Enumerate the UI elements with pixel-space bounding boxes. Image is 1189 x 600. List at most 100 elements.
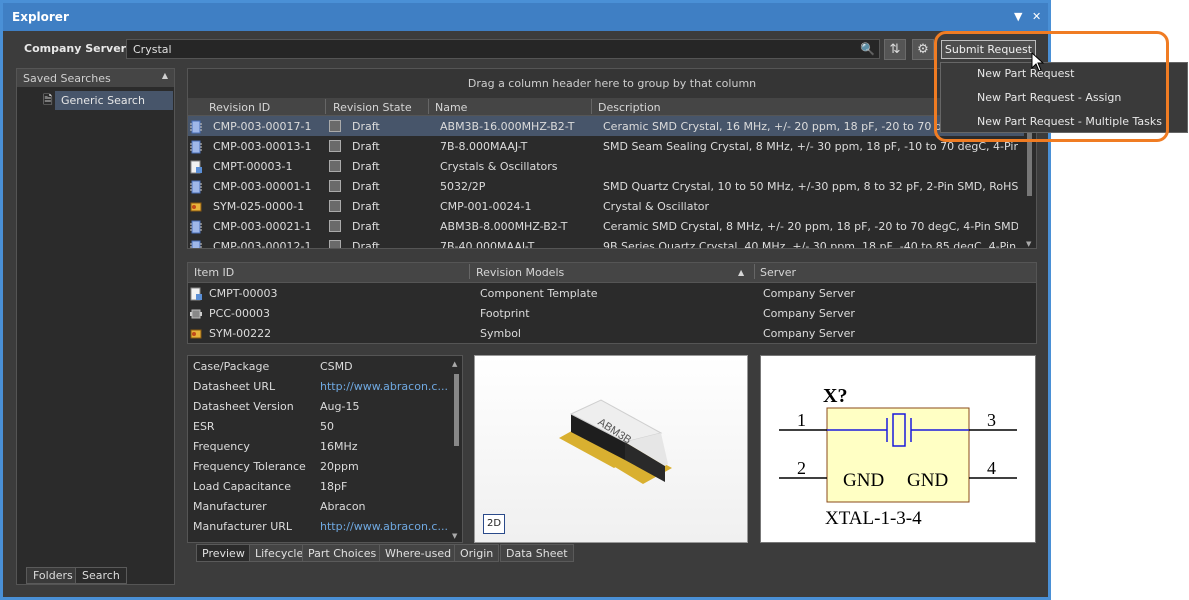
explorer-content: Company Server▼ 🔍 ⇅ ⚙ Submit Request Sav…	[3, 31, 1048, 597]
document-icon: 🗎	[43, 93, 53, 107]
cell-revision-id: CMP-003-00021-1	[213, 220, 312, 233]
window-title: Explorer	[12, 10, 69, 24]
column-separator[interactable]	[754, 264, 755, 279]
column-revision-models[interactable]: Revision Models	[476, 266, 564, 279]
cell-description: 9B Series Quartz Crystal, 40 MHz, +/- 30…	[603, 240, 1018, 249]
table-row[interactable]: CMP-003-00013-1 Draft 7B-8.000MAAJ-T SMD Se…	[188, 136, 1036, 156]
results-scrollbar[interactable]: ▲ ▼	[1024, 116, 1036, 248]
parameters-panel: Case/Package CSMD Datasheet URL http://www.…	[187, 355, 463, 543]
saved-search-generic[interactable]: Generic Search	[55, 91, 173, 110]
saved-searches-header[interactable]: Saved Searches ▲	[17, 69, 174, 87]
server-label: Company Server	[24, 42, 127, 55]
sort-asc-icon[interactable]: ▲	[738, 268, 744, 277]
search-box[interactable]: 🔍	[126, 39, 880, 59]
collapse-icon[interactable]: ▲	[162, 71, 168, 80]
parameter-name: ESR	[193, 420, 215, 433]
toggle-2d-button[interactable]: 2D	[483, 514, 505, 534]
menu-item-new-part-request[interactable]: New Part Request	[941, 63, 1187, 87]
saved-searches-title: Saved Searches	[23, 72, 111, 85]
cell-item-id: SYM-00222	[209, 327, 272, 340]
column-name[interactable]: Name	[435, 101, 467, 114]
scroll-thumb[interactable]	[454, 374, 459, 446]
parameter-name: Frequency	[193, 440, 250, 453]
pin-menu-icon[interactable]: ▼	[1014, 10, 1022, 23]
server-selector[interactable]: Company Server▼	[24, 42, 135, 55]
parameter-row: Datasheet URL http://www.abracon.c...	[188, 376, 462, 396]
column-separator[interactable]	[325, 99, 326, 114]
menu-item-new-part-request-assign[interactable]: New Part Request - Assign	[941, 87, 1187, 111]
parameter-value[interactable]: http://www.abracon.c...	[320, 380, 448, 393]
scroll-down-icon[interactable]: ▼	[1026, 240, 1031, 248]
parameter-row: Load Capacitance 18pF	[188, 476, 462, 496]
cell-description: SMD Seam Sealing Crystal, 8 MHz, +/- 30 …	[603, 140, 1018, 153]
submit-request-button[interactable]: Submit Request	[941, 40, 1036, 59]
search-icon[interactable]: 🔍	[860, 42, 875, 56]
cell-revision-id: CMP-003-00017-1	[213, 120, 312, 133]
column-item-id[interactable]: Item ID	[194, 266, 234, 279]
table-row[interactable]: CMPT-00003 Component Template Company Serv…	[188, 283, 1036, 303]
cell-revision-state: Draft	[352, 120, 380, 133]
parameter-row: Frequency 16MHz	[188, 436, 462, 456]
cell-name: ABM3B-8.000MHZ-B2-T	[440, 220, 568, 233]
cell-revision-model: Symbol	[480, 327, 521, 340]
chip-3d-render: ABM3B	[559, 399, 672, 484]
scroll-down-icon[interactable]: ▼	[452, 532, 457, 540]
state-color-swatch	[329, 220, 341, 232]
state-color-swatch	[329, 160, 341, 172]
column-separator[interactable]	[469, 264, 470, 279]
tab-search[interactable]: Search	[75, 567, 127, 584]
table-row[interactable]: PCC-00003 Footprint Company Server	[188, 303, 1036, 323]
tab-folders[interactable]: Folders	[26, 567, 80, 584]
table-row[interactable]: SYM-025-0000-1 Draft CMP-001-0024-1 Crystal…	[188, 196, 1036, 216]
cell-description: Crystal & Oscillator	[603, 200, 710, 213]
tab-preview[interactable]: Preview	[196, 544, 251, 562]
cell-item-id: PCC-00003	[209, 307, 270, 320]
tab-lifecycle[interactable]: Lifecycle	[249, 544, 310, 562]
cell-revision-state: Draft	[352, 200, 380, 213]
pin-2-label: 2	[797, 458, 806, 478]
column-description[interactable]: Description	[598, 101, 661, 114]
column-server[interactable]: Server	[760, 266, 796, 279]
table-row[interactable]: CMP-003-00017-1 Draft ABM3B-16.000MHZ-B2-T…	[188, 116, 1036, 136]
column-separator[interactable]	[428, 99, 429, 114]
close-icon[interactable]: ✕	[1032, 10, 1041, 23]
table-row[interactable]: CMP-003-00001-1 Draft 5032/2P SMD Quartz Cr…	[188, 176, 1036, 196]
results-grid: Drag a column header here to group by th…	[187, 68, 1037, 249]
pin-3-label: 3	[987, 410, 996, 430]
tab-part-choices[interactable]: Part Choices	[302, 544, 383, 562]
table-row[interactable]: CMP-003-00012-1 Draft 7B-40.000MAAJ-T 9B Se…	[188, 236, 1036, 249]
tab-data-sheet[interactable]: Data Sheet	[500, 544, 574, 562]
cell-revision-id: SYM-025-0000-1	[213, 200, 305, 213]
parameter-value[interactable]: http://www.abracon.c...	[320, 520, 448, 533]
parameter-name: Datasheet URL	[193, 380, 276, 393]
menu-item-new-part-request-multiple-tasks[interactable]: New Part Request - Multiple Tasks	[941, 111, 1187, 135]
table-row[interactable]: CMP-003-00021-1 Draft ABM3B-8.000MHZ-B2-T C…	[188, 216, 1036, 236]
cell-revision-model: Component Template	[480, 287, 598, 300]
settings-button[interactable]: ⚙	[912, 39, 934, 60]
table-row[interactable]: CMPT-00003-1 Draft Crystals & Oscillators	[188, 156, 1036, 176]
column-revision-state[interactable]: Revision State	[333, 101, 412, 114]
component-icon	[190, 180, 202, 194]
symbol-icon	[190, 200, 202, 214]
column-separator[interactable]	[591, 99, 592, 114]
parameter-name: Manufacturer URL	[193, 520, 293, 533]
tab-where-used[interactable]: Where-used	[379, 544, 458, 562]
state-color-swatch	[329, 200, 341, 212]
model-3d-preview[interactable]: ABM3B 2D	[474, 355, 748, 543]
cell-server: Company Server	[763, 307, 855, 320]
tab-origin[interactable]: Origin	[454, 544, 500, 562]
cell-revision-state: Draft	[352, 160, 380, 173]
search-input[interactable]	[133, 41, 853, 57]
table-row[interactable]: SYM-00222 Symbol Company Server	[188, 323, 1036, 343]
parameter-row: Max Operating Temp 70C	[188, 536, 462, 542]
parameter-value: CSMD	[320, 360, 353, 373]
group-by-hint[interactable]: Drag a column header here to group by th…	[188, 69, 1036, 98]
schematic-preview[interactable]: X? 1 3 2 4 GND GND XTAL-1-3-4	[760, 355, 1036, 543]
cell-name: 7B-40.000MAAJ-T	[440, 240, 535, 249]
models-grid: Item ID Revision Models ▲ Server CMPT-00…	[187, 262, 1037, 344]
refresh-button[interactable]: ⇅	[884, 39, 906, 60]
scroll-up-icon[interactable]: ▲	[452, 360, 457, 368]
column-revision-id[interactable]: Revision ID	[209, 101, 270, 114]
parameters-scrollbar[interactable]: ▲ ▼	[452, 360, 460, 540]
symbol-icon	[190, 327, 202, 341]
